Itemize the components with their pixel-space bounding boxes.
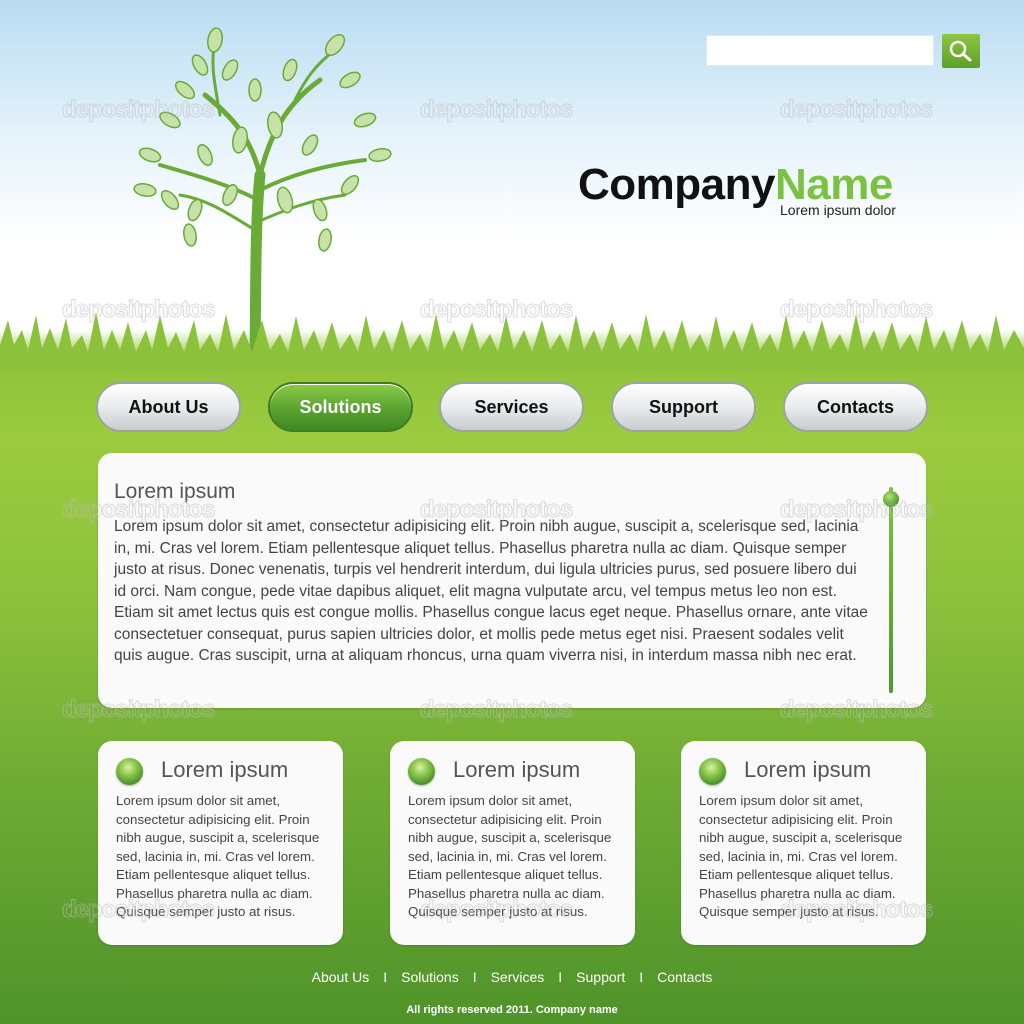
main-body-text: Lorem ipsum dolor sit amet, consectetur … bbox=[114, 518, 868, 664]
nav-about-us-button[interactable]: About Us bbox=[96, 382, 241, 432]
search-icon bbox=[949, 40, 972, 62]
scrollbar-thumb[interactable] bbox=[883, 491, 899, 507]
watermark: depositphotos bbox=[419, 96, 573, 124]
footer-separator: I bbox=[472, 969, 477, 985]
nav-contacts-button[interactable]: Contacts bbox=[783, 382, 928, 432]
feature-card-2: Lorem ipsum Lorem ipsum dolor sit amet, … bbox=[390, 741, 635, 945]
card-title: Lorem ipsum bbox=[744, 757, 872, 782]
footer-separator: I bbox=[558, 969, 563, 985]
bullet-icon bbox=[116, 758, 143, 785]
footer-link-support[interactable]: Support bbox=[576, 969, 625, 985]
feature-card-1: Lorem ipsum Lorem ipsum dolor sit amet, … bbox=[98, 741, 343, 945]
copyright-text: All rights reserved 2011. Company name bbox=[406, 1004, 618, 1016]
nav-support-button[interactable]: Support bbox=[611, 382, 756, 432]
nav-services-button[interactable]: Services bbox=[439, 382, 584, 432]
page: CompanyName Lorem ipsum dolor About Us S… bbox=[0, 0, 1024, 1024]
footer-link-solutions[interactable]: Solutions bbox=[401, 969, 459, 985]
search-button[interactable] bbox=[942, 34, 980, 68]
footer-link-contacts[interactable]: Contacts bbox=[657, 969, 712, 985]
card-body-text: Lorem ipsum dolor sit amet, consectetur … bbox=[116, 793, 320, 919]
bullet-icon bbox=[699, 758, 726, 785]
brand-tagline: Lorem ipsum dolor bbox=[780, 202, 896, 218]
footer-link-about-us[interactable]: About Us bbox=[312, 969, 370, 985]
scrollbar-track[interactable] bbox=[889, 487, 893, 693]
card-title: Lorem ipsum bbox=[161, 757, 289, 782]
grass-decoration bbox=[0, 312, 1024, 370]
nav-solutions-button[interactable]: Solutions bbox=[268, 382, 413, 432]
feature-card-3: Lorem ipsum Lorem ipsum dolor sit amet, … bbox=[681, 741, 926, 945]
card-body-text: Lorem ipsum dolor sit amet, consectetur … bbox=[408, 793, 612, 919]
footer-separator: I bbox=[383, 969, 388, 985]
footer-separator: I bbox=[639, 969, 644, 985]
footer-link-services[interactable]: Services bbox=[491, 969, 545, 985]
card-body-text: Lorem ipsum dolor sit amet, consectetur … bbox=[699, 793, 903, 919]
footer-nav: About Us I Solutions I Services I Support I Cont… bbox=[0, 969, 1024, 985]
bullet-icon bbox=[408, 758, 435, 785]
watermark: depositphotos bbox=[779, 96, 933, 124]
card-title: Lorem ipsum bbox=[453, 757, 581, 782]
brand-logo: CompanyName Lorem ipsum dolor bbox=[578, 160, 908, 220]
main-content-panel: Lorem ipsum Lorem ipsum dolor sit amet, … bbox=[98, 453, 926, 708]
main-title: Lorem ipsum bbox=[114, 480, 236, 503]
search-input[interactable] bbox=[706, 35, 934, 66]
